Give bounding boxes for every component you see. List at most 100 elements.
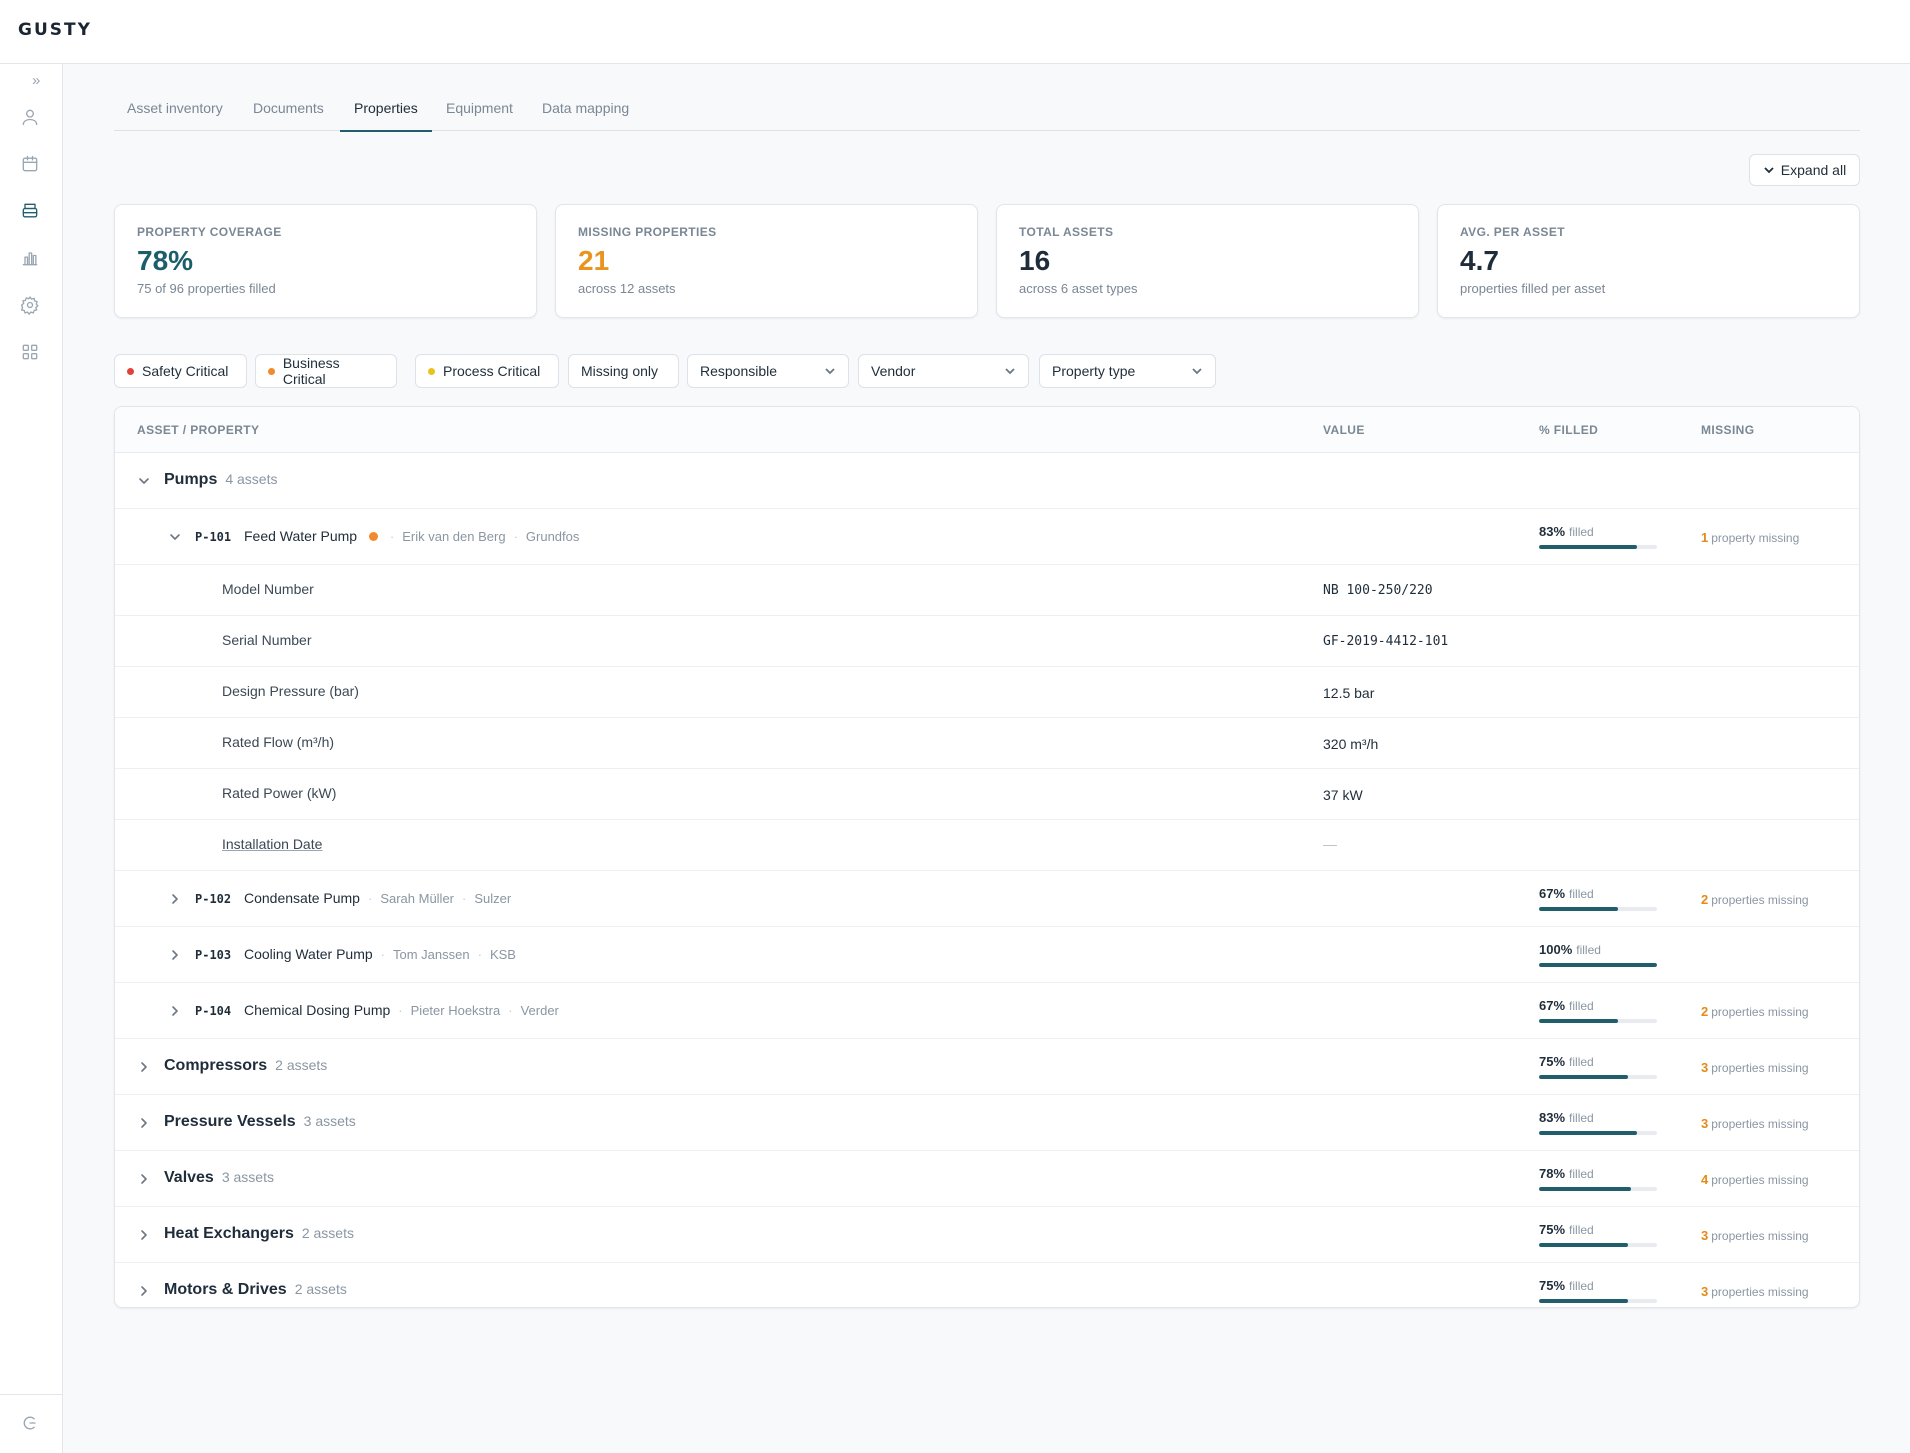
progress-bar-fill — [1539, 1019, 1619, 1023]
chevron-right-icon[interactable] — [137, 1172, 151, 1186]
app-logo[interactable]: GUSTY — [18, 20, 92, 40]
group-row-valves[interactable]: Valves 3 assets 78% filled 4 properties mis… — [115, 1151, 1859, 1207]
kpi-card-coverage: PROPERTY COVERAGE 78% 75 of 96 propertie… — [114, 204, 537, 318]
asset-row-p101[interactable]: P-101 Feed Water Pump · Erik van den Berg… — [115, 509, 1859, 565]
property-name[interactable]: Installation Date — [222, 836, 322, 852]
responsible-select[interactable]: Responsible — [687, 354, 849, 388]
sidebar-divider — [0, 1394, 62, 1395]
filled-progress: 83% filled — [1539, 524, 1657, 549]
vendor-select[interactable]: Vendor — [858, 354, 1029, 388]
property-value[interactable]: 320 m³/h — [1323, 736, 1378, 752]
group-name: Compressors 2 assets — [164, 1057, 328, 1074]
chevron-right-icon[interactable] — [168, 1004, 182, 1018]
asset-row-p102[interactable]: P-102 Condensate Pump · Sarah Müller · Sulze… — [115, 871, 1859, 927]
filled-percent: 83% — [1539, 1110, 1566, 1125]
expand-all-label: Expand all — [1780, 162, 1847, 178]
tab-asset-inventory[interactable]: Asset inventory — [127, 100, 223, 130]
property-value[interactable]: 12.5 bar — [1323, 685, 1374, 701]
gear-icon[interactable] — [19, 294, 41, 316]
tab-properties[interactable]: Properties — [340, 100, 432, 132]
expand-all-button[interactable]: Expand all — [1749, 154, 1860, 186]
missing-count[interactable]: 3 properties missing — [1701, 1228, 1809, 1243]
missing-count[interactable]: 3 properties missing — [1701, 1116, 1809, 1131]
filter-safety-critical[interactable]: Safety Critical — [114, 354, 247, 388]
tab-documents[interactable]: Documents — [253, 100, 324, 130]
chevron-right-icon[interactable] — [137, 1060, 151, 1074]
property-row: Model Number NB 100-250/220 — [115, 565, 1859, 616]
tab-data-mapping[interactable]: Data mapping — [542, 100, 629, 130]
group-row-pumps[interactable]: Pumps 4 assets — [115, 453, 1859, 509]
missing-count[interactable]: 3 properties missing — [1701, 1284, 1809, 1299]
filled-progress: 78% filled — [1539, 1166, 1657, 1191]
asset-responsible: Pieter Hoekstra — [410, 1003, 501, 1018]
missing-text: properties missing — [1711, 1173, 1809, 1187]
property-value-empty[interactable]: — — [1323, 836, 1337, 852]
asset-row-p104[interactable]: P-104 Chemical Dosing Pump · Pieter Hoekst… — [115, 983, 1859, 1039]
missing-count[interactable]: 1 property missing — [1701, 530, 1799, 545]
missing-number: 3 — [1701, 1116, 1709, 1131]
asset-row-p103[interactable]: P-103 Cooling Water Pump · Tom Janssen · KSB… — [115, 927, 1859, 983]
calendar-icon[interactable] — [19, 153, 41, 175]
sidebar-expand-icon[interactable]: » — [32, 72, 40, 89]
missing-number: 3 — [1701, 1228, 1709, 1243]
chevron-right-icon[interactable] — [168, 892, 182, 906]
missing-count[interactable]: 3 properties missing — [1701, 1060, 1809, 1075]
progress-bar — [1539, 1131, 1657, 1135]
missing-number: 4 — [1701, 1172, 1709, 1187]
filter-business-critical[interactable]: Business Critical — [255, 354, 397, 388]
separator: · — [508, 1003, 513, 1018]
col-asset-property[interactable]: ASSET / PROPERTY — [137, 423, 259, 437]
bar-chart-icon[interactable] — [19, 247, 41, 269]
col-filled[interactable]: % FILLED — [1539, 423, 1598, 437]
missing-count[interactable]: 2 properties missing — [1701, 1004, 1809, 1019]
asset-id: P-102 — [195, 892, 232, 906]
separator: · — [513, 529, 518, 544]
user-icon[interactable] — [19, 106, 41, 128]
layers-icon[interactable] — [19, 200, 41, 222]
col-missing[interactable]: MISSING — [1701, 423, 1754, 437]
chevron-down-icon[interactable] — [137, 474, 151, 488]
filter-process-critical[interactable]: Process Critical — [415, 354, 559, 388]
property-row: Rated Flow (m³/h) 320 m³/h — [115, 718, 1859, 769]
filter-missing-only[interactable]: Missing only — [568, 354, 679, 388]
select-label: Vendor — [871, 363, 916, 379]
missing-count[interactable]: 2 properties missing — [1701, 892, 1809, 907]
property-value[interactable]: GF-2019-4412-101 — [1323, 634, 1448, 649]
property-name: Rated Power (kW) — [222, 785, 337, 801]
chevron-right-icon[interactable] — [168, 948, 182, 962]
group-name: Motors & Drives 2 assets — [164, 1281, 347, 1298]
tab-equipment[interactable]: Equipment — [446, 100, 513, 130]
progress-bar — [1539, 1243, 1657, 1247]
filled-percent: 75% — [1539, 1278, 1566, 1293]
missing-text: properties missing — [1711, 1285, 1809, 1299]
logo-mark-icon[interactable] — [19, 1412, 41, 1434]
filled-word: filled — [1576, 943, 1601, 957]
chevron-right-icon[interactable] — [137, 1284, 151, 1298]
group-row-motors-drives[interactable]: Motors & Drives 2 assets 75% filled 3 prope… — [115, 1263, 1859, 1307]
separator: · — [462, 891, 467, 906]
filled-progress: 75% filled — [1539, 1222, 1657, 1247]
chevron-right-icon[interactable] — [137, 1116, 151, 1130]
missing-text: properties missing — [1711, 1061, 1809, 1075]
property-value[interactable]: NB 100-250/220 — [1323, 583, 1433, 598]
missing-text: properties missing — [1711, 893, 1809, 907]
property-value[interactable]: 37 kW — [1323, 787, 1363, 803]
chevron-down-icon[interactable] — [168, 530, 182, 544]
property-type-select[interactable]: Property type — [1039, 354, 1216, 388]
group-row-compressors[interactable]: Compressors 2 assets 75% filled 3 propertie… — [115, 1039, 1859, 1095]
progress-bar-fill — [1539, 1299, 1628, 1303]
col-value[interactable]: VALUE — [1323, 423, 1365, 437]
filled-percent: 67% — [1539, 886, 1566, 901]
group-count: 2 assets — [301, 1225, 354, 1241]
filled-percent: 75% — [1539, 1054, 1566, 1069]
property-name: Rated Flow (m³/h) — [222, 734, 335, 750]
missing-count[interactable]: 4 properties missing — [1701, 1172, 1809, 1187]
property-row: Rated Power (kW) 37 kW — [115, 769, 1859, 820]
progress-bar-fill — [1539, 907, 1619, 911]
group-row-heat-exchangers[interactable]: Heat Exchangers 2 assets 75% filled 3 prope… — [115, 1207, 1859, 1263]
property-row: Design Pressure (bar) 12.5 bar — [115, 667, 1859, 718]
group-row-pressure-vessels[interactable]: Pressure Vessels 3 assets 83% filled 3 prop… — [115, 1095, 1859, 1151]
grid-icon[interactable] — [19, 341, 41, 363]
progress-bar-fill — [1539, 1075, 1628, 1079]
chevron-right-icon[interactable] — [137, 1228, 151, 1242]
